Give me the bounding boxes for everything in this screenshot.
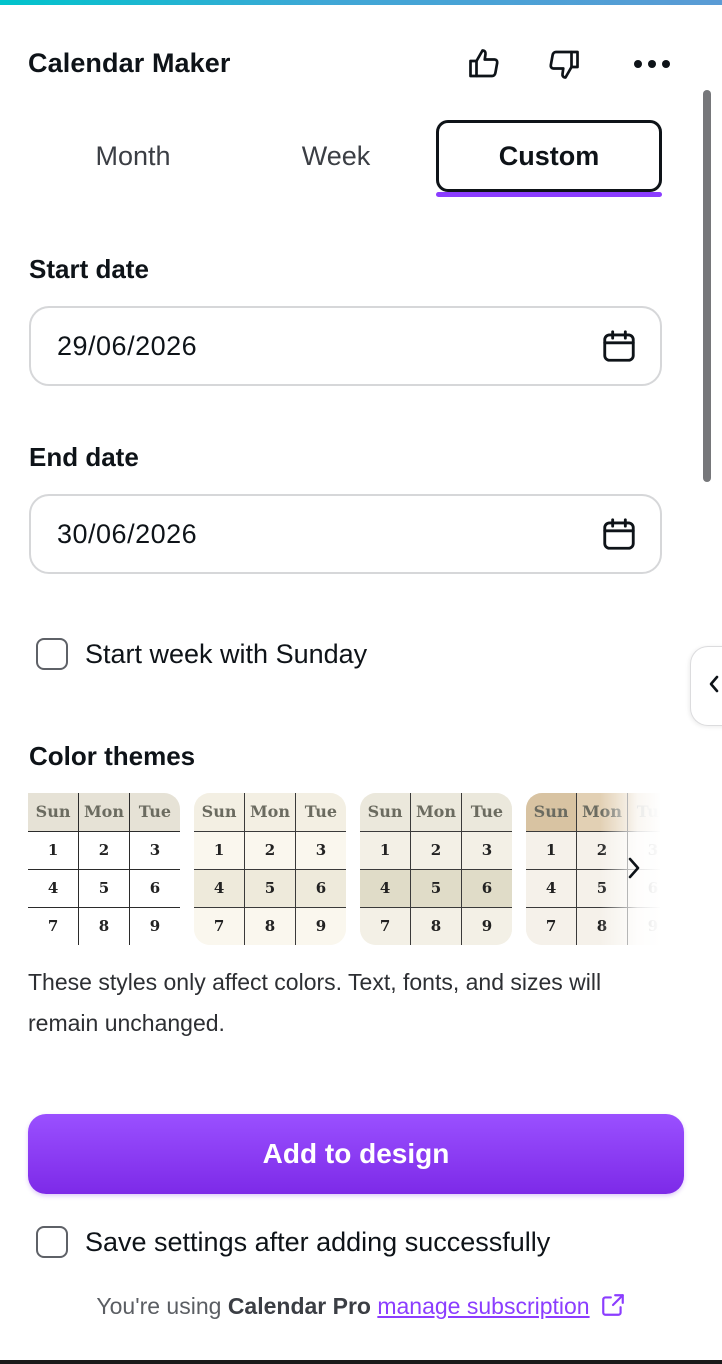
dislike-button[interactable] (544, 46, 584, 82)
theme-date-cell: 3 (128, 830, 180, 870)
theme-date-cell: 7 (28, 906, 80, 945)
thumbs-up-icon (466, 46, 502, 82)
app-title: Calendar Maker (28, 48, 231, 78)
theme-date-cell: 7 (194, 906, 246, 945)
theme-date-cell: 4 (194, 868, 246, 908)
collapse-panel-button[interactable] (690, 646, 722, 726)
calendar-type-tabs: Month Week Custom (30, 120, 662, 198)
save-settings-label: Save settings after adding successfully (85, 1226, 551, 1257)
theme-date-cell: 7 (360, 906, 412, 945)
add-to-design-button[interactable]: Add to design (28, 1114, 684, 1194)
panel-scrollbar[interactable] (700, 88, 712, 488)
theme-date-cell: 3 (460, 830, 512, 870)
top-accent-bar (0, 0, 722, 5)
theme-date-cell: 1 (28, 830, 80, 870)
theme-day-header: Sun (28, 793, 80, 832)
theme-preview-table: SunMonTue 123 456 789 (28, 793, 180, 945)
theme-date-cell: 6 (294, 868, 346, 908)
thumbs-down-icon (546, 46, 582, 82)
theme-date-cell: 1 (360, 830, 412, 870)
theme-day-header: Tue (460, 793, 512, 832)
theme-date-cell: 5 (78, 868, 130, 908)
theme-day-header: Sun (526, 793, 578, 832)
theme-date-cell: 1 (526, 830, 578, 870)
color-theme-option[interactable]: SunMonTue 123 456 789 (360, 793, 512, 945)
theme-date-cell: 8 (576, 906, 628, 945)
theme-date-cell: 4 (28, 868, 80, 908)
tab-month[interactable]: Month (30, 120, 236, 192)
start-week-sunday-option[interactable]: Start week with Sunday (36, 638, 367, 670)
theme-day-header: Mon (410, 793, 462, 832)
end-date-field[interactable]: 30/06/2026 (29, 494, 662, 574)
color-theme-option[interactable]: SunMonTue 123 456 789 (194, 793, 346, 945)
theme-date-cell: 6 (128, 868, 180, 908)
theme-day-header: Tue (626, 793, 660, 832)
theme-date-cell: 5 (410, 868, 462, 908)
theme-date-cell: 6 (460, 868, 512, 908)
subscription-footer: You're using Calendar Pro manage subscri… (0, 1292, 722, 1324)
theme-day-header: Tue (128, 793, 180, 832)
theme-date-cell: 2 (244, 830, 296, 870)
color-themes-carousel: Sun Mon Tue 1 2 3 4 5 6 7 8 9 Sun Mon Tue 1 2 3 4 5 6 7 8 9 Sun M… (28, 793, 660, 945)
theme-preview-table: SunMonTue 123 456 789 (360, 793, 512, 945)
more-options-icon (632, 58, 672, 70)
theme-day-header: Sun (360, 793, 412, 832)
theme-day-header: Tue (294, 793, 346, 832)
manage-subscription-link[interactable]: manage subscription (377, 1293, 589, 1319)
chevron-left-icon (707, 673, 721, 700)
theme-date-cell: 7 (526, 906, 578, 945)
chevron-right-icon (626, 855, 642, 886)
theme-date-cell: 4 (360, 868, 412, 908)
theme-date-cell: 9 (626, 906, 660, 945)
color-themes-label: Color themes (29, 741, 196, 771)
bottom-divider (0, 1360, 722, 1364)
theme-date-cell: 4 (526, 868, 578, 908)
theme-date-cell: 8 (410, 906, 462, 945)
active-tab-indicator (436, 192, 662, 197)
color-themes-note: These styles only affect colors. Text, f… (28, 969, 602, 1036)
start-week-sunday-checkbox[interactable] (36, 638, 68, 670)
footer-prefix: You're using (96, 1293, 228, 1319)
end-date-value: 30/06/2026 (57, 518, 198, 549)
theme-day-header: Mon (78, 793, 130, 832)
theme-date-cell: 8 (78, 906, 130, 945)
save-settings-checkbox[interactable] (36, 1226, 68, 1258)
plan-name: Calendar Pro (227, 1293, 371, 1319)
calendar-icon[interactable] (600, 515, 638, 553)
carousel-next-button[interactable] (614, 852, 654, 888)
theme-date-cell: 9 (460, 906, 512, 945)
scrollbar-thumb[interactable] (703, 90, 711, 482)
theme-date-cell: 3 (294, 830, 346, 870)
theme-date-cell: 8 (244, 906, 296, 945)
tab-week[interactable]: Week (236, 120, 436, 192)
theme-date-cell: 2 (410, 830, 462, 870)
like-button[interactable] (464, 46, 504, 82)
calendar-icon[interactable] (600, 327, 638, 365)
start-date-field[interactable]: 29/06/2026 (29, 306, 662, 386)
theme-preview-table: SunMonTue 123 456 789 (194, 793, 346, 945)
more-options-button[interactable] (632, 46, 672, 82)
theme-day-header: Sun (194, 793, 246, 832)
tab-custom[interactable]: Custom (436, 120, 662, 192)
theme-date-cell: 5 (244, 868, 296, 908)
theme-date-cell: 2 (78, 830, 130, 870)
start-date-value: 29/06/2026 (57, 330, 198, 361)
theme-day-header: Mon (576, 793, 628, 832)
color-theme-option[interactable]: SunMonTue 123 456 789 (28, 793, 180, 945)
panel-header: Calendar Maker (28, 46, 688, 82)
theme-date-cell: 9 (128, 906, 180, 945)
save-settings-option[interactable]: Save settings after adding successfully (36, 1226, 550, 1258)
theme-date-cell: 9 (294, 906, 346, 945)
theme-day-header: Mon (244, 793, 296, 832)
start-week-sunday-label: Start week with Sunday (85, 638, 368, 669)
external-link-icon[interactable] (600, 1292, 626, 1324)
theme-date-cell: 1 (194, 830, 246, 870)
start-date-label: Start date (29, 254, 149, 284)
end-date-label: End date (29, 442, 139, 472)
